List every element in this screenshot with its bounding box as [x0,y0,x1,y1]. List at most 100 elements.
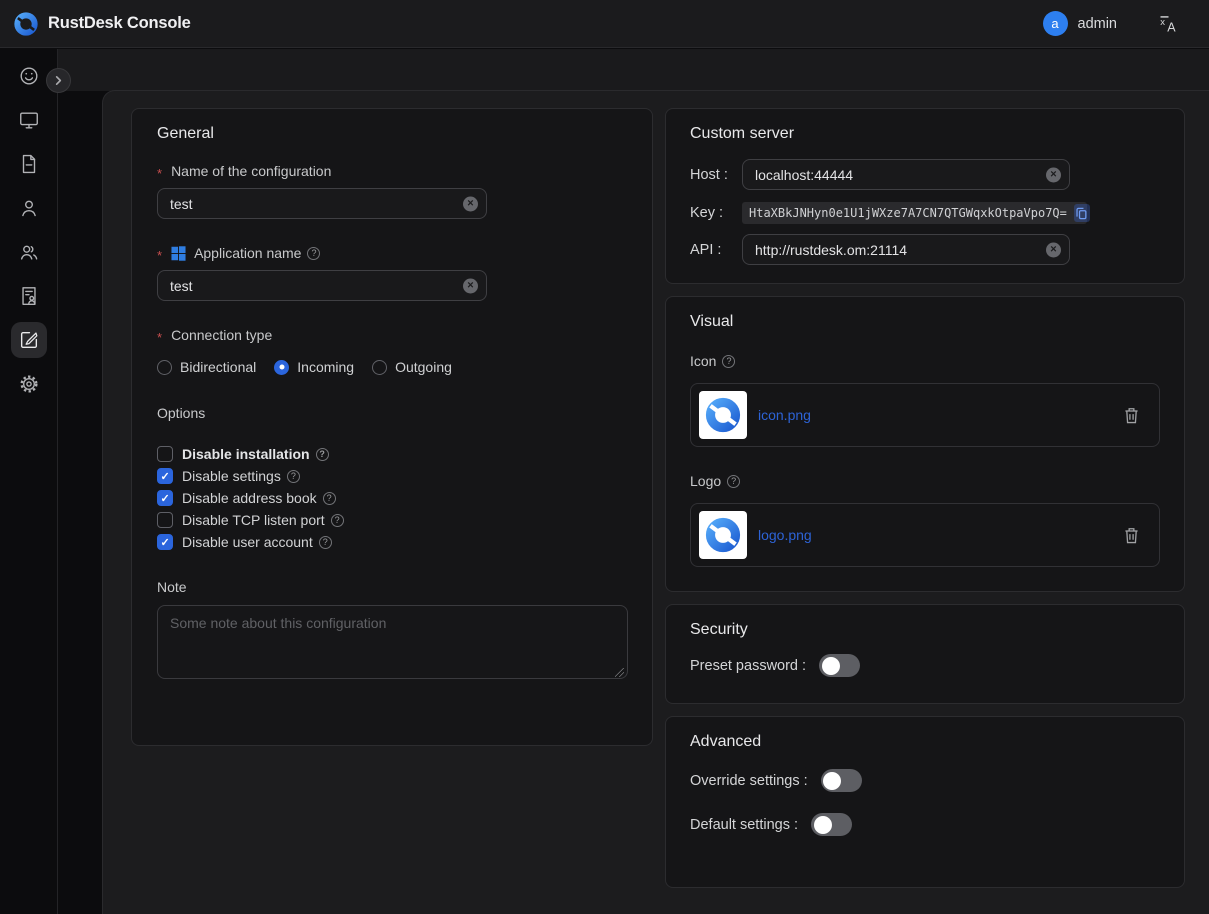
security-card: Security Preset password : [665,604,1185,704]
icon-file-link[interactable]: icon.png [758,407,811,423]
delete-icon-button[interactable] [1124,407,1139,424]
sidebar-item-audit[interactable] [11,146,47,182]
users-group-icon [18,241,40,263]
delete-logo-button[interactable] [1124,527,1139,544]
edit-square-icon [18,329,40,351]
radio-incoming-control[interactable] [274,360,289,375]
language-switch-button[interactable]: x A [1159,14,1179,34]
logo-preview-image [699,511,747,559]
main-background: General Name of the configuration × [58,49,1209,914]
disable-address-book-help-icon[interactable] [323,492,336,505]
translate-icon: x A [1159,14,1179,34]
sidebar-item-devices[interactable] [11,102,47,138]
visual-card: Visual Icon [665,296,1185,592]
default-settings-label: Default settings : [690,817,798,833]
gear-icon [18,373,40,395]
radio-outgoing-control[interactable] [372,360,387,375]
document-user-icon [18,285,40,307]
override-settings-toggle[interactable] [821,769,862,792]
monitor-icon [18,109,40,131]
trash-icon [1124,527,1139,544]
disable-settings-help-icon[interactable] [287,470,300,483]
avatar: a [1043,11,1068,36]
key-value-chip: HtaXBkJNHyn0e1U1jWXze7A7CN7QTGWqxkOtpaVp… [742,202,1087,224]
copy-key-button[interactable] [1074,204,1090,222]
clear-host-icon[interactable]: × [1046,167,1061,182]
connection-type-label: Connection type [157,327,627,343]
application-name-label: Application name [157,245,627,261]
sidebar-item-settings[interactable] [11,366,47,402]
checkbox-disable-installation[interactable]: Disable installation [157,443,627,465]
options-label: Options [157,405,627,421]
sidebar-item-custom-client[interactable] [11,322,47,358]
custom-server-card: Custom server Host : × Key : HtaXBkJNHy [665,108,1185,284]
advanced-title: Advanced [690,733,1160,751]
custom-server-title: Custom server [690,125,1160,143]
icon-preview-image [699,391,747,439]
key-label: Key : [690,205,742,221]
preset-password-label: Preset password : [690,658,806,674]
config-name-input[interactable] [157,188,487,219]
brand: RustDesk Console [13,11,191,37]
rustdesk-logo-icon [13,11,39,37]
icon-file-box: icon.png [690,383,1160,447]
application-name-help-icon[interactable] [307,247,320,260]
disable-tcp-listen-port-help-icon[interactable] [331,514,344,527]
icon-help-icon[interactable] [722,355,735,368]
key-value: HtaXBkJNHyn0e1U1jWXze7A7CN7QTGWqxkOtpaVp… [749,206,1067,220]
sidebar-item-dashboard[interactable] [11,58,47,94]
note-label: Note [157,579,627,595]
override-settings-label: Override settings : [690,773,808,789]
clear-application-name-icon[interactable]: × [463,278,478,293]
sidebar-expand-button[interactable] [46,68,71,93]
disable-installation-help-icon[interactable] [316,448,329,461]
smiley-icon [18,65,40,87]
disable-user-account-help-icon[interactable] [319,536,332,549]
note-textarea[interactable] [157,605,628,679]
sidebar-item-documents[interactable] [11,278,47,314]
checkbox-disable-tcp-listen-port[interactable]: Disable TCP listen port [157,509,627,531]
host-input[interactable] [742,159,1070,190]
clear-api-icon[interactable]: × [1046,242,1061,257]
radio-bidirectional-control[interactable] [157,360,172,375]
clear-config-name-icon[interactable]: × [463,196,478,211]
logo-file-box: logo.png [690,503,1160,567]
chevron-right-icon [53,75,64,86]
trash-icon [1124,407,1139,424]
copy-icon [1076,207,1087,220]
general-card: General Name of the configuration × [131,108,653,746]
user-icon [18,197,40,219]
radio-outgoing[interactable]: Outgoing [372,359,452,375]
general-title: General [157,125,627,143]
options-group: Disable installation Disable settings Di… [157,443,627,553]
connection-type-group: Bidirectional Incoming Outgoing [157,359,627,375]
app-title: RustDesk Console [48,14,191,33]
document-icon [18,153,40,175]
default-settings-toggle[interactable] [811,813,852,836]
user-menu[interactable]: a admin [1043,11,1118,36]
security-title: Security [690,621,1160,639]
advanced-card: Advanced Override settings : Default set… [665,716,1185,888]
checkbox-disable-address-book[interactable]: Disable address book [157,487,627,509]
sidebar-item-users[interactable] [11,190,47,226]
api-input[interactable] [742,234,1070,265]
logo-help-icon[interactable] [727,475,740,488]
windows-logo-icon [171,246,186,261]
visual-title: Visual [690,313,1160,331]
checkbox-disable-user-account[interactable]: Disable user account [157,531,627,553]
sidebar-item-groups[interactable] [11,234,47,270]
host-label: Host : [690,167,742,183]
api-label: API : [690,242,742,258]
logo-file-link[interactable]: logo.png [758,527,812,543]
preset-password-toggle[interactable] [819,654,860,677]
checkbox-disable-settings[interactable]: Disable settings [157,465,627,487]
radio-bidirectional[interactable]: Bidirectional [157,359,256,375]
icon-label: Icon [690,353,1160,369]
svg-text:x: x [1160,17,1165,28]
radio-incoming[interactable]: Incoming [274,359,354,375]
svg-text:A: A [1167,20,1176,34]
application-name-input[interactable] [157,270,487,301]
content-panel: General Name of the configuration × [103,91,1209,914]
config-name-label: Name of the configuration [157,163,627,179]
username: admin [1078,16,1118,32]
